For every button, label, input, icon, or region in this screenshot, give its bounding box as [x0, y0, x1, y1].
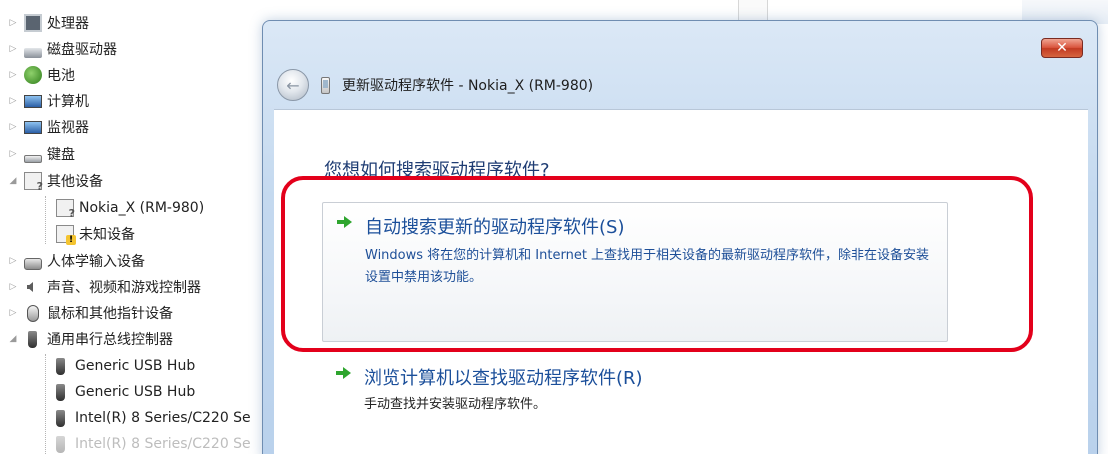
tree-item-battery[interactable]: ▷ 电池	[8, 62, 75, 88]
tree-connector	[45, 196, 46, 244]
tree-item-label: 其他设备	[47, 174, 103, 190]
green-arrow-icon	[337, 215, 353, 229]
expand-arrow-icon[interactable]: ▷	[8, 282, 18, 292]
tree-item-other-devices[interactable]: ◢ 其他设备	[8, 168, 103, 194]
expand-arrow-icon[interactable]: ▷	[8, 122, 18, 132]
tree-item-label: 键盘	[47, 147, 75, 163]
dialog-content: 您想如何搜索驱动程序软件? 自动搜索更新的驱动程序软件(S) Windows 将…	[274, 109, 1088, 454]
dialog-header: ← 更新驱动程序软件 - Nokia_X (RM-980)	[277, 67, 593, 103]
tree-item-label: Intel(R) 8 Series/C220 Se	[75, 436, 251, 452]
auto-search-option[interactable]: 自动搜索更新的驱动程序软件(S) Windows 将在您的计算机和 Intern…	[322, 202, 948, 342]
tree-item-mice[interactable]: ▷ 鼠标和其他指针设备	[8, 300, 173, 326]
other-devices-icon	[24, 172, 43, 193]
unknown-device-warning-icon	[56, 225, 76, 245]
tree-item-label: Generic USB Hub	[75, 384, 196, 400]
speaker-icon	[24, 278, 42, 296]
tree-item-label: Generic USB Hub	[75, 358, 196, 374]
usb-icon	[56, 435, 65, 453]
back-arrow-icon[interactable]: ←	[277, 69, 309, 101]
battery-icon	[24, 66, 42, 84]
usb-icon	[56, 409, 65, 427]
tree-item-label: 未知设备	[79, 227, 135, 243]
tree-item-nokia-x[interactable]: Nokia_X (RM-980)	[56, 195, 204, 221]
mouse-icon	[27, 304, 39, 322]
unknown-device-icon	[56, 199, 75, 220]
auto-search-option-title: 自动搜索更新的驱动程序软件(S)	[365, 217, 625, 238]
tree-item-label: 声音、视频和游戏控制器	[47, 280, 201, 296]
usb-icon	[56, 383, 65, 401]
browse-computer-option-title: 浏览计算机以查找驱动程序软件(R)	[364, 368, 643, 389]
tree-item-usb-controllers[interactable]: ◢ 通用串行总线控制器	[8, 326, 173, 352]
tree-item-label: 电池	[47, 68, 75, 84]
monitor-icon	[24, 120, 42, 134]
tree-item-disk-drives[interactable]: ▷ 磁盘驱动器	[8, 36, 117, 62]
collapse-arrow-icon[interactable]: ◢	[8, 334, 18, 344]
tree-item-label: 磁盘驱动器	[47, 42, 117, 58]
usb-icon	[28, 330, 37, 348]
disk-drive-icon	[24, 48, 42, 58]
browse-computer-option[interactable]: 浏览计算机以查找驱动程序软件(R) 手动查找并安装驱动程序软件。	[322, 364, 948, 424]
keyboard-icon	[24, 155, 42, 163]
collapse-arrow-icon[interactable]: ◢	[8, 176, 18, 186]
dialog-title: 更新驱动程序软件 - Nokia_X (RM-980)	[342, 78, 594, 94]
tree-item-label: 计算机	[47, 94, 89, 110]
hid-icon	[24, 258, 42, 270]
tree-item-intel-usb[interactable]: Intel(R) 8 Series/C220 Se	[52, 431, 251, 454]
tree-item-label: 处理器	[47, 16, 89, 32]
browse-computer-option-description: 手动查找并安装驱动程序软件。	[364, 397, 547, 412]
expand-arrow-icon[interactable]: ▷	[8, 44, 18, 54]
tree-item-hid[interactable]: ▷ 人体学输入设备	[8, 248, 145, 274]
tree-item-label: Nokia_X (RM-980)	[79, 200, 205, 216]
tree-item-generic-usb-hub[interactable]: Generic USB Hub	[52, 353, 195, 379]
device-tree: ▷ 处理器 ▷ 磁盘驱动器 ▷ 电池 ▷ 计算机 ▷ 监视器 ▷ 键盘 ◢ 其他…	[0, 0, 270, 454]
expand-arrow-icon[interactable]: ▷	[8, 70, 18, 80]
tree-item-label: Intel(R) 8 Series/C220 Se	[75, 410, 251, 426]
close-button[interactable]: ✕	[1041, 38, 1083, 58]
tree-item-computer[interactable]: ▷ 计算机	[8, 88, 89, 114]
update-driver-dialog: ✕ ← 更新驱动程序软件 - Nokia_X (RM-980) 您想如何搜索驱动…	[262, 20, 1098, 454]
tree-item-keyboards[interactable]: ▷ 键盘	[8, 141, 75, 167]
expand-arrow-icon[interactable]: ▷	[8, 96, 18, 106]
auto-search-option-description: Windows 将在您的计算机和 Internet 上查找用于相关设备的最新驱动…	[365, 248, 930, 285]
expand-arrow-icon[interactable]: ▷	[8, 256, 18, 266]
processor-icon	[24, 14, 42, 32]
tree-item-label: 人体学输入设备	[47, 254, 145, 270]
tree-item-intel-usb[interactable]: Intel(R) 8 Series/C220 Se	[52, 405, 251, 431]
search-question-heading: 您想如何搜索驱动程序软件?	[324, 160, 550, 181]
phone-icon	[321, 76, 330, 94]
expand-arrow-icon[interactable]: ▷	[8, 308, 18, 318]
tree-item-monitors[interactable]: ▷ 监视器	[8, 114, 89, 140]
tree-item-label: 鼠标和其他指针设备	[47, 306, 173, 322]
tree-item-unknown-device[interactable]: 未知设备	[56, 221, 135, 247]
green-arrow-icon	[336, 366, 352, 380]
tree-item-label: 监视器	[47, 120, 89, 136]
tree-item-processor[interactable]: ▷ 处理器	[8, 10, 89, 36]
usb-icon	[56, 357, 65, 375]
tree-item-generic-usb-hub[interactable]: Generic USB Hub	[52, 379, 195, 405]
computer-icon	[24, 94, 42, 108]
tree-item-label: 通用串行总线控制器	[47, 332, 173, 348]
tree-item-sound[interactable]: ▷ 声音、视频和游戏控制器	[8, 274, 201, 300]
expand-arrow-icon[interactable]: ▷	[8, 18, 18, 28]
tree-connector	[45, 354, 46, 454]
expand-arrow-icon[interactable]: ▷	[8, 149, 18, 159]
